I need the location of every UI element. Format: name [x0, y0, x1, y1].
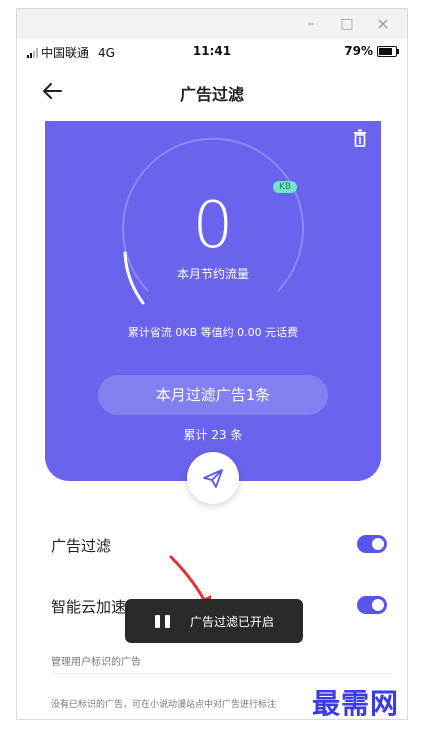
setting-ad-filter: 广告过滤: [51, 533, 391, 557]
divider: [51, 673, 391, 674]
close-button[interactable]: ×: [371, 14, 395, 34]
maximize-button[interactable]: □: [335, 14, 359, 34]
status-bar: 中国联通 4G 11:41 79%: [17, 39, 407, 63]
ad-filter-toggle[interactable]: [357, 535, 387, 553]
paper-plane-icon: [203, 469, 223, 488]
share-button[interactable]: [187, 452, 239, 504]
no-marked-ads-text: 没有已标识的广告，可在小说动漫站点中对广告进行标注: [51, 700, 277, 710]
app-window: – □ × 中国联通 4G 11:41 79% 广告过滤 KB 0 本月节约流量…: [16, 8, 408, 720]
monthly-filtered-button[interactable]: 本月过滤广告1条: [98, 375, 328, 415]
gauge-label: 本月节约流量: [176, 267, 249, 281]
battery-percent: 79%: [344, 44, 373, 58]
traffic-card: KB 0 本月节约流量 累计省流 0KB 等值约 0.00 元话费 本月过滤广告…: [45, 121, 381, 481]
trash-icon[interactable]: [353, 129, 367, 147]
saved-summary: 累计省流 0KB 等值约 0.00 元话费: [127, 326, 299, 339]
saved-traffic-value: 0: [192, 189, 234, 263]
nav-bar: 广告过滤: [17, 63, 407, 119]
toast-message: 广告过滤已开启: [125, 599, 303, 643]
battery-icon: [377, 45, 399, 57]
cloud-accel-label: 智能云加速: [51, 598, 127, 616]
manage-ads-link[interactable]: 管理用户标识的广告: [51, 653, 141, 668]
page-title: 广告过滤: [179, 85, 244, 104]
ad-filter-label: 广告过滤: [51, 537, 112, 555]
total-filtered: 累计 23 条: [183, 428, 243, 442]
minimize-button[interactable]: –: [299, 14, 323, 34]
cloud-accel-toggle[interactable]: [357, 596, 387, 614]
pause-icon: [155, 614, 170, 628]
toast-text: 广告过滤已开启: [190, 614, 275, 629]
window-title-bar: – □ ×: [17, 9, 407, 39]
watermark-text: 最需网: [312, 687, 400, 720]
